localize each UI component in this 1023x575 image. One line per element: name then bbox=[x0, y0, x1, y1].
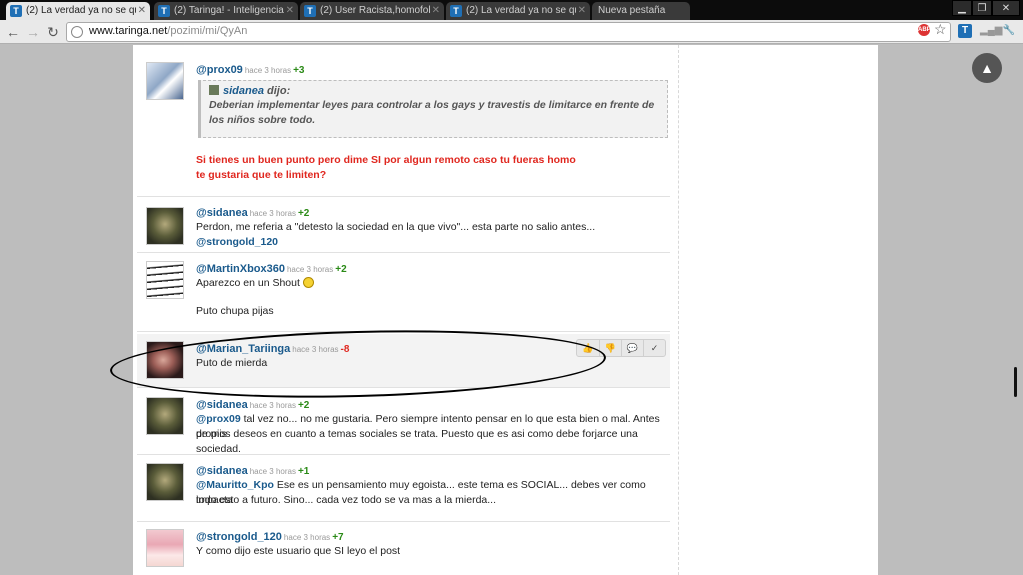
taringa-extension-icon[interactable]: T bbox=[958, 24, 972, 38]
quote-header: sidanea dijo: bbox=[209, 85, 659, 97]
address-bar[interactable]: www.taringa.net/pozimi/mi/QyAn bbox=[66, 22, 951, 42]
comment-author[interactable]: @sidanea hace 3 horas +2 bbox=[196, 399, 309, 411]
comment-text: Perdon, me referia a "detesto la socieda… bbox=[196, 220, 666, 250]
comment-author[interactable]: @sidanea hace 3 horas +1 bbox=[196, 465, 309, 477]
author-name[interactable]: @sidanea bbox=[196, 465, 248, 477]
browser-toolbar: ← → ↻ www.taringa.net/pozimi/mi/QyAn ABP… bbox=[0, 20, 1023, 44]
scroll-to-top-button[interactable]: ▲ bbox=[972, 53, 1002, 83]
comment-time: hace 3 horas bbox=[249, 401, 296, 410]
comment-score: +3 bbox=[293, 65, 305, 76]
comment-text: todo esto a futuro. Sino... cada vez tod… bbox=[196, 494, 496, 506]
taringa-favicon-icon: T bbox=[158, 5, 170, 17]
quote-text: Deberian implementar leyes para controla… bbox=[209, 99, 655, 126]
avatar[interactable] bbox=[146, 529, 184, 567]
close-icon[interactable]: ✕ bbox=[578, 2, 586, 20]
url-text: www.taringa.net/pozimi/mi/QyAn bbox=[89, 25, 247, 37]
tab-label: (2) Taringa! - Inteligencia C bbox=[174, 5, 284, 16]
comment-line: te gustaria que te limiten? bbox=[196, 169, 327, 181]
comment-text: Puto chupa pijas bbox=[196, 305, 274, 317]
url-path: /pozimi/mi/QyAn bbox=[167, 25, 248, 37]
tab-label: (2) La verdad ya no se que bbox=[466, 5, 576, 16]
author-name[interactable]: @prox09 bbox=[196, 64, 243, 76]
tab-2[interactable]: T (2) Taringa! - Inteligencia C ✕ bbox=[154, 2, 298, 20]
comment-text-body: Perdon, me referia a "detesto la socieda… bbox=[196, 221, 596, 233]
comment-time: hace 3 horas bbox=[244, 66, 292, 75]
taringa-favicon-icon: T bbox=[304, 5, 316, 17]
close-icon[interactable]: ✕ bbox=[432, 2, 440, 20]
author-name[interactable]: @MartinXbox360 bbox=[196, 263, 285, 275]
close-icon[interactable]: ✕ bbox=[138, 2, 146, 20]
adblock-icon[interactable]: ABP bbox=[918, 24, 931, 36]
comment-score: +2 bbox=[297, 208, 310, 219]
page-icon bbox=[71, 26, 83, 38]
comment-text: Aparezco en un Shout bbox=[196, 276, 666, 291]
mention-link[interactable]: @prox09 bbox=[196, 413, 241, 425]
scrollbar-thumb[interactable] bbox=[1014, 367, 1017, 397]
comment-score: +7 bbox=[332, 532, 344, 543]
tab-label: Nueva pestaña bbox=[598, 5, 666, 16]
avatar[interactable] bbox=[146, 463, 184, 501]
quote-block: sidanea dijo: Deberian implementar leyes… bbox=[198, 80, 668, 138]
tab-label: (2) La verdad ya no se que bbox=[26, 5, 136, 16]
avatar[interactable] bbox=[146, 207, 184, 245]
taringa-favicon-icon: T bbox=[450, 5, 462, 17]
bookmark-star-icon[interactable]: ☆ bbox=[934, 21, 947, 38]
taringa-favicon-icon: T bbox=[10, 5, 22, 17]
comment-author[interactable]: @prox09 hace 3 horas +3 bbox=[196, 64, 304, 76]
comment-author[interactable]: @strongold_120 hace 3 horas +7 bbox=[196, 531, 344, 543]
quote-author[interactable]: sidanea bbox=[223, 85, 264, 97]
url-host: www.taringa.net bbox=[89, 25, 168, 37]
comment-line: Si tienes un buen punto pero dime SI por… bbox=[196, 154, 576, 166]
comment-score: +1 bbox=[297, 466, 310, 477]
author-name[interactable]: @sidanea bbox=[196, 399, 248, 411]
comment-item: @prox09 hace 3 horas +3 sidanea dijo: Debe… bbox=[137, 55, 670, 197]
avatar[interactable] bbox=[146, 261, 184, 299]
comment-item: @sidanea hace 3 horas +2 @prox09 tal vez n… bbox=[137, 390, 670, 455]
comment-item: @strongold_120 hace 3 horas +7 Y como dijo… bbox=[137, 523, 670, 575]
comment-score: +2 bbox=[335, 264, 347, 275]
minimize-button[interactable]: ▁ bbox=[952, 0, 972, 16]
comment-item: @MartinXbox360 hace 3 horas +2 Aparezco en… bbox=[137, 254, 670, 332]
comment-time: hace 3 horas bbox=[286, 265, 334, 274]
tab-1[interactable]: T (2) La verdad ya no se que ✕ bbox=[6, 2, 150, 20]
comment-score: +2 bbox=[297, 400, 310, 411]
quote-said: dijo: bbox=[267, 85, 291, 97]
wrench-icon[interactable]: 🔧 bbox=[1002, 24, 1016, 38]
smiley-icon bbox=[302, 277, 314, 288]
comment-time: hace 3 horas bbox=[249, 467, 296, 476]
comment-item: @sidanea hace 3 horas +1 @Mauritto_Kpo Ese… bbox=[137, 456, 670, 522]
close-icon[interactable]: ✕ bbox=[286, 2, 294, 20]
comment-author[interactable]: @sidanea hace 3 horas +2 bbox=[196, 207, 309, 219]
comment-item: @sidanea hace 3 horas +2 Perdon, me referi… bbox=[137, 198, 670, 253]
avatar[interactable] bbox=[146, 62, 184, 100]
author-name[interactable]: @strongold_120 bbox=[196, 531, 282, 543]
quote-avatar-icon bbox=[209, 85, 219, 95]
signal-bars-icon[interactable]: ▂▄▆ bbox=[980, 24, 1002, 38]
avatar[interactable] bbox=[146, 397, 184, 435]
comment-text: Y como dijo este usuario que SI leyo el … bbox=[196, 545, 401, 557]
comment-time: hace 3 horas bbox=[283, 533, 331, 542]
reply-icon[interactable]: 💬 bbox=[621, 340, 643, 356]
window-close-button[interactable]: ✕ bbox=[992, 0, 1020, 16]
comment-text-body: Aparezco en un Shout bbox=[196, 277, 300, 289]
mention-link[interactable]: @Mauritto_Kpo bbox=[196, 479, 274, 491]
comment-author[interactable]: @MartinXbox360 hace 3 horas +2 bbox=[196, 263, 347, 275]
tab-4[interactable]: T (2) La verdad ya no se que ✕ bbox=[446, 2, 590, 20]
back-arrow-icon[interactable]: ← bbox=[4, 23, 22, 41]
column-divider bbox=[678, 45, 679, 575]
restore-button[interactable]: ❐ bbox=[972, 0, 992, 16]
mention-link[interactable]: @strongold_120 bbox=[196, 236, 278, 248]
comment-text-red: Si tienes un buen punto pero dime SI por… bbox=[196, 153, 576, 183]
reload-icon[interactable]: ↻ bbox=[44, 23, 62, 41]
author-name[interactable]: @sidanea bbox=[196, 207, 248, 219]
tab-bar: T (2) La verdad ya no se que ✕ T (2) Tar… bbox=[0, 0, 1023, 20]
tab-3[interactable]: T (2) User Racista,homofobi ✕ bbox=[300, 2, 444, 20]
comment-text: propios deseos en cuanto a temas sociale… bbox=[196, 428, 638, 455]
forward-arrow-icon[interactable]: → bbox=[24, 23, 42, 41]
tab-5[interactable]: Nueva pestaña bbox=[592, 2, 690, 20]
comment-time: hace 3 horas bbox=[249, 209, 296, 218]
check-icon[interactable]: ✓ bbox=[643, 340, 665, 356]
tab-label: (2) User Racista,homofobi bbox=[320, 5, 430, 16]
